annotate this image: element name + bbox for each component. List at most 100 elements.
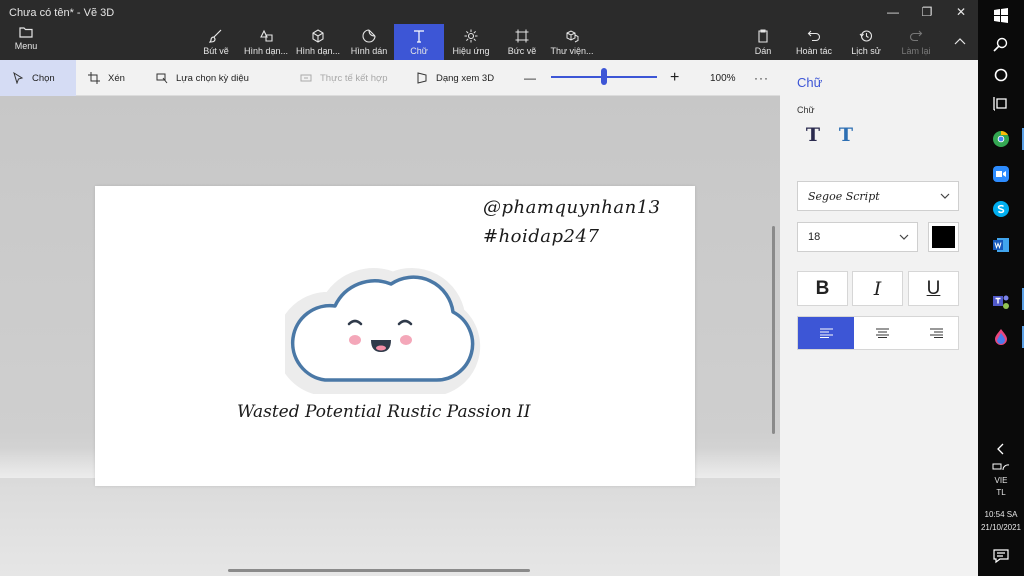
history-label: Lịch sử <box>851 45 881 56</box>
maximize-button[interactable]: ❐ <box>910 0 944 24</box>
tool-effects[interactable]: Hiệu ứng <box>448 24 494 60</box>
panel-title: Chữ <box>797 75 823 90</box>
mixed-reality-label: Thực tế kết hợp <box>320 72 388 84</box>
title-bar: Chưa có tên* - Vẽ 3D — ❐ ✕ Menu Bút vẽ H… <box>0 0 978 60</box>
alignment-group <box>797 316 959 350</box>
close-button[interactable]: ✕ <box>944 0 978 24</box>
tool-label: Hình dạn... <box>295 45 341 56</box>
select-button[interactable]: Chọn <box>0 60 76 96</box>
task-view-icon[interactable] <box>991 94 1011 114</box>
text-type-label: Chữ <box>797 105 815 115</box>
stickers-icon <box>362 28 376 43</box>
history-icon <box>859 29 873 42</box>
chevron-down-icon <box>899 234 909 240</box>
menu-label: Menu <box>14 41 38 51</box>
tool-brushes[interactable]: Bút vẽ <box>195 24 237 60</box>
zoom-out-button[interactable]: — <box>524 60 536 96</box>
search-icon[interactable] <box>991 35 1011 55</box>
undo-label: Hoàn tác <box>795 45 833 56</box>
clock-time[interactable]: 10:54 SA <box>978 510 1024 519</box>
clock-date[interactable]: 21/10/2021 <box>978 523 1024 532</box>
more-options-button[interactable]: ··· <box>754 60 769 96</box>
cortana-icon[interactable] <box>991 65 1011 85</box>
text-color-picker[interactable] <box>928 222 959 252</box>
magic-select-label: Lựa chọn kỳ diệu <box>176 72 249 84</box>
redo-button[interactable]: Làm lại <box>896 24 936 60</box>
align-right-button[interactable] <box>908 317 964 349</box>
mixed-reality-button[interactable]: Thực tế kết hợp <box>300 60 388 96</box>
cursor-icon <box>13 72 24 84</box>
workspace[interactable]: @phamquynhan13 #hoidap247 Wasted Potenti… <box>0 96 780 576</box>
3d-text-icon[interactable]: T <box>836 124 856 146</box>
teams-icon[interactable] <box>991 291 1011 311</box>
zoom-level: 100% <box>710 72 736 84</box>
canvas-icon <box>515 29 529 42</box>
text-hashtag[interactable]: #hoidap247 <box>483 226 599 247</box>
menu-button[interactable]: Menu <box>6 26 46 58</box>
redo-label: Làm lại <box>901 45 931 56</box>
history-button[interactable]: Lịch sử <box>846 24 886 60</box>
underline-button[interactable]: U <box>908 271 959 306</box>
tool-label: Chữ <box>410 45 428 56</box>
align-center-button[interactable] <box>854 317 910 349</box>
text-icon <box>414 29 424 43</box>
input-mode[interactable]: TL <box>978 488 1024 497</box>
crop-button[interactable]: Xén <box>88 60 125 96</box>
select-label: Chọn <box>32 72 55 84</box>
windows-start-icon[interactable] <box>991 6 1011 26</box>
tool-stickers[interactable]: Hình dán <box>346 24 392 60</box>
tool-3d-shapes[interactable]: Hình dạn... <box>292 24 344 60</box>
magic-select-icon <box>156 73 168 84</box>
3d-library-icon <box>566 29 579 42</box>
undo-button[interactable]: Hoàn tác <box>792 24 836 60</box>
redo-icon <box>909 30 923 41</box>
tool-label: Bút vẽ <box>203 45 229 56</box>
align-left-button[interactable] <box>798 317 854 349</box>
tool-text[interactable]: Chữ <box>394 24 444 60</box>
network-battery-icon[interactable] <box>991 457 1011 477</box>
2d-text-icon[interactable]: T <box>803 124 823 146</box>
bold-button[interactable]: B <box>797 271 848 306</box>
skype-icon[interactable] <box>991 199 1011 219</box>
cloud-sticker[interactable] <box>285 256 487 394</box>
paint-3d-icon[interactable] <box>991 327 1011 347</box>
chevron-left-icon[interactable] <box>991 439 1011 459</box>
text-handle[interactable]: @phamquynhan13 <box>483 197 661 218</box>
font-family-value: Segoe Script <box>808 189 880 203</box>
view-3d-label: Dạng xem 3D <box>436 72 495 84</box>
tool-canvas[interactable]: Bức vẽ <box>500 24 544 60</box>
collapse-ribbon-button[interactable] <box>948 24 972 60</box>
view-3d-button[interactable]: Dạng xem 3D <box>416 60 494 96</box>
font-size-dropdown[interactable]: 18 <box>797 222 918 252</box>
chrome-icon[interactable] <box>991 129 1011 149</box>
input-language[interactable]: VIE <box>978 476 1024 485</box>
tool-3d-library[interactable]: Thư viện... <box>548 24 596 60</box>
crop-label: Xén <box>108 72 125 84</box>
chevron-up-icon <box>954 38 966 45</box>
zoom-in-button[interactable]: + <box>670 60 679 96</box>
color-swatch <box>932 226 955 248</box>
vertical-scrollbar[interactable] <box>772 226 775 434</box>
minimize-button[interactable]: — <box>876 0 910 24</box>
zoom-slider-thumb[interactable] <box>601 68 607 85</box>
text-caption[interactable]: Wasted Potential Rustic Passion II <box>237 402 530 422</box>
canvas-paper[interactable]: @phamquynhan13 #hoidap247 Wasted Potenti… <box>95 186 695 486</box>
zoom-icon[interactable] <box>991 164 1011 184</box>
magic-select-button[interactable]: Lựa chọn kỳ diệu <box>156 60 249 96</box>
undo-icon <box>807 30 821 41</box>
notification-center-icon[interactable] <box>991 546 1011 566</box>
view-3d-icon <box>417 72 427 84</box>
tool-2d-shapes[interactable]: Hình dạn... <box>240 24 292 60</box>
align-center-icon <box>875 328 889 338</box>
command-bar: Chọn Xén Lựa chọn kỳ diệu Thực tế kết hợ… <box>0 60 780 96</box>
paste-button[interactable]: Dán <box>746 24 780 60</box>
word-icon[interactable] <box>991 235 1011 255</box>
tool-label: Hiệu ứng <box>452 45 490 56</box>
2d-shapes-icon <box>260 29 273 42</box>
italic-button[interactable]: I <box>852 271 903 306</box>
tool-label: Thư viện... <box>550 45 594 56</box>
chevron-down-icon <box>940 193 950 199</box>
horizontal-scrollbar[interactable] <box>228 569 530 572</box>
text-panel: Chữ Chữ T T Segoe Script 18 B I U <box>780 60 978 576</box>
font-family-dropdown[interactable]: Segoe Script <box>797 181 959 211</box>
